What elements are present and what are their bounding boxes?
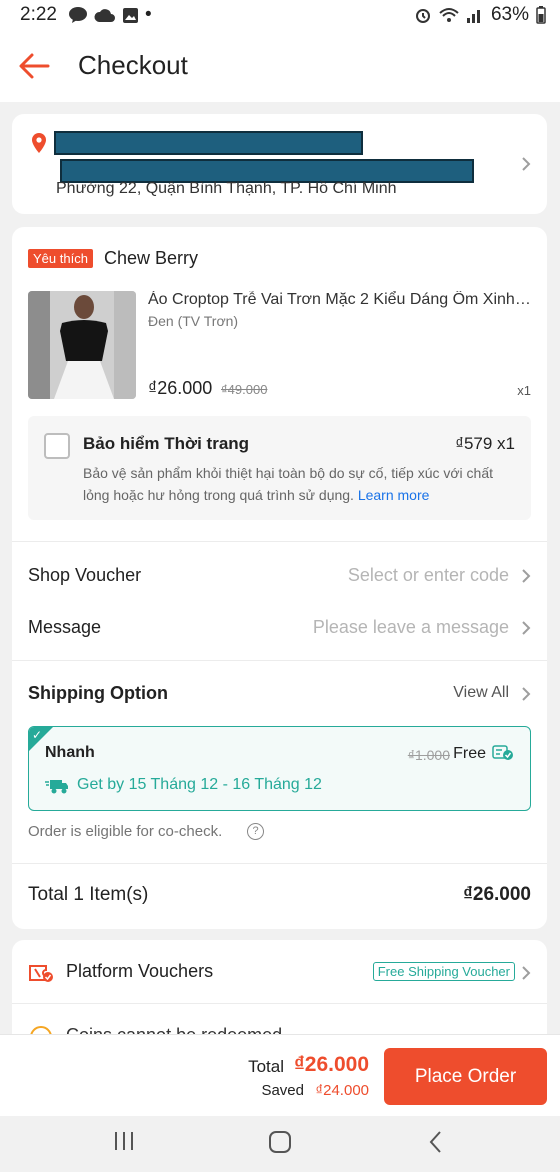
total-items-label: Total 1 Item(s) <box>28 884 149 905</box>
shop-voucher-row[interactable]: Shop Voucher Select or enter code <box>28 559 531 593</box>
chevron-right-icon <box>522 569 531 583</box>
message-label: Message <box>28 617 102 637</box>
status-right: 63% <box>414 4 546 26</box>
product-image <box>28 291 136 399</box>
back-nav-icon[interactable] <box>428 1130 444 1154</box>
learn-more-link[interactable]: Learn more <box>358 487 430 503</box>
delivery-address-card[interactable]: Phường 22, Quận Bình Thạnh, TP. Hồ Chí M… <box>12 114 547 214</box>
divider <box>12 863 547 864</box>
signal-icon <box>466 10 480 23</box>
chevron-right-icon <box>522 966 531 980</box>
shop-voucher-label: Shop Voucher <box>28 565 142 585</box>
insurance-option: Bảo hiểm Thời trang ₫579 x1 Bảo vệ sản p… <box>28 416 531 520</box>
divider <box>12 660 547 661</box>
total-payment-value: ₫26.000 <box>293 1053 369 1076</box>
product-quantity: x1 <box>517 383 531 398</box>
insurance-checkbox[interactable] <box>44 433 70 459</box>
voucher-icon <box>29 965 53 982</box>
shipping-option-title: Shipping Option <box>28 683 168 703</box>
home-icon[interactable] <box>268 1130 292 1154</box>
battery-icon <box>536 6 546 24</box>
cloud-icon <box>94 9 115 22</box>
insurance-description: Bảo vệ sản phẩm khỏi thiệt hại toàn bộ d… <box>83 462 523 506</box>
back-arrow-icon[interactable] <box>18 50 50 82</box>
shop-voucher-placeholder: Select or enter code <box>347 565 509 585</box>
redacted-recipient-name <box>54 131 363 155</box>
shipping-option-card[interactable]: ✓ Nhanh ₫1.000 Free Get by 15 Tháng 12 -… <box>28 726 531 811</box>
shop-name: Chew Berry <box>104 248 199 268</box>
chevron-right-icon <box>522 621 531 635</box>
chevron-right-icon <box>522 687 531 701</box>
page-title: Checkout <box>78 50 188 80</box>
favorite-shop-badge: Yêu thích <box>28 249 93 268</box>
status-time: 2:22 <box>20 4 57 25</box>
alarm-icon <box>415 9 430 23</box>
wifi-icon <box>439 8 459 22</box>
battery-level: 63% <box>490 4 529 25</box>
place-order-button[interactable]: Place Order <box>384 1048 547 1105</box>
shipping-fee: Free <box>453 745 486 762</box>
insurance-price: ₫579 x1 <box>455 434 515 453</box>
talk-icon <box>69 7 87 23</box>
divider <box>12 1003 547 1004</box>
co-check-note: Order is eligible for co-check. <box>28 823 223 840</box>
app-header: Checkout <box>0 30 560 102</box>
message-row[interactable]: Message Please leave a message <box>28 611 531 645</box>
view-all-link[interactable]: View All <box>453 684 509 702</box>
image-icon <box>123 7 138 23</box>
recent-apps-icon[interactable] <box>113 1130 135 1152</box>
delivery-eta: Get by 15 Tháng 12 - 16 Tháng 12 <box>77 776 322 793</box>
total-items-value: ₫26.000 <box>463 884 531 905</box>
product-price: ₫26.000 <box>148 378 213 398</box>
product-name: Áo Croptop Trễ Vai Trơn Mặc 2 Kiểu Dáng … <box>148 291 533 308</box>
platform-vouchers-label[interactable]: Platform Vouchers <box>66 961 213 982</box>
shipping-method-name: Nhanh <box>45 744 95 761</box>
location-pin-icon <box>32 133 46 153</box>
divider <box>12 541 547 542</box>
product-original-price: ₫49.000 <box>221 382 268 397</box>
checkout-bar: Total ₫26.000 Saved ₫24.000 Place Order <box>0 1034 560 1116</box>
system-nav-bar <box>0 1116 560 1172</box>
message-placeholder: Please leave a message <box>312 617 509 637</box>
delivery-truck-icon <box>45 780 68 794</box>
status-dot: • <box>145 4 152 25</box>
chevron-right-icon <box>522 157 531 171</box>
checkmark-icon: ✓ <box>32 728 43 742</box>
help-icon[interactable]: ? <box>247 823 264 840</box>
notification-icons: • <box>68 4 152 26</box>
saved-value: ₫24.000 <box>315 1082 369 1099</box>
insurance-description-text: Bảo vệ sản phẩm khỏi thiệt hại toàn bộ d… <box>83 465 494 503</box>
free-shipping-voucher-tag[interactable]: Free Shipping Voucher <box>372 962 515 981</box>
product-variant: Đen (TV Trơn) <box>148 313 239 329</box>
address-line-3: Phường 22, Quận Bình Thạnh, TP. Hồ Chí M… <box>56 180 397 197</box>
saved-label: Saved <box>261 1082 304 1099</box>
shipping-original-fee: ₫1.000 <box>407 747 450 763</box>
free-shipping-icon <box>492 745 513 760</box>
total-label: Total <box>248 1057 284 1076</box>
insurance-title: Bảo hiểm Thời trang <box>83 434 250 453</box>
status-bar: 2:22 • 63% <box>0 0 560 30</box>
order-card: Yêu thích Chew Berry Áo Croptop Trễ Vai … <box>12 227 547 929</box>
